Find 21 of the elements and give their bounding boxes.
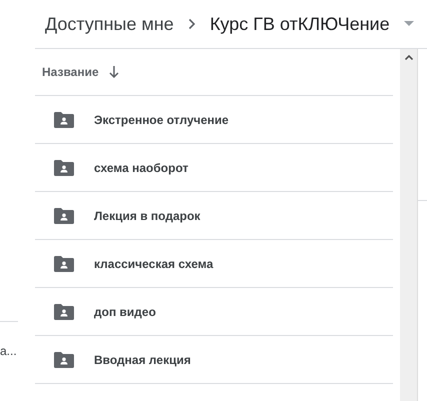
column-header[interactable]: Название <box>42 63 99 81</box>
shared-folder-icon <box>54 256 74 272</box>
shared-folder-icon <box>54 208 74 224</box>
sort-arrow-icon[interactable] <box>108 66 119 78</box>
current-folder-title[interactable]: Курс ГВ отКЛЮЧение <box>210 10 390 38</box>
breadcrumb-link[interactable]: Доступные мне <box>45 10 174 38</box>
folder-row[interactable]: Лекция в подарок <box>35 192 393 240</box>
scroll-up-icon[interactable] <box>404 55 412 60</box>
folder-row[interactable]: схема наоборот <box>35 144 393 192</box>
folder-row[interactable]: доп видео <box>35 288 393 336</box>
folder-row[interactable]: Вводная лекция <box>35 336 393 384</box>
shared-folder-icon <box>54 352 74 368</box>
folder-row[interactable]: классическая схема <box>35 240 393 288</box>
dropdown-icon[interactable] <box>404 21 414 27</box>
shared-folder-icon <box>54 112 74 128</box>
scrollbar[interactable] <box>400 49 418 401</box>
shared-folder-icon <box>54 304 74 320</box>
truncated-text: а... <box>0 343 18 360</box>
shared-folder-icon <box>54 160 74 176</box>
chevron-right-icon <box>188 18 196 30</box>
folder-row[interactable]: Экстренное отлучение <box>35 96 393 144</box>
